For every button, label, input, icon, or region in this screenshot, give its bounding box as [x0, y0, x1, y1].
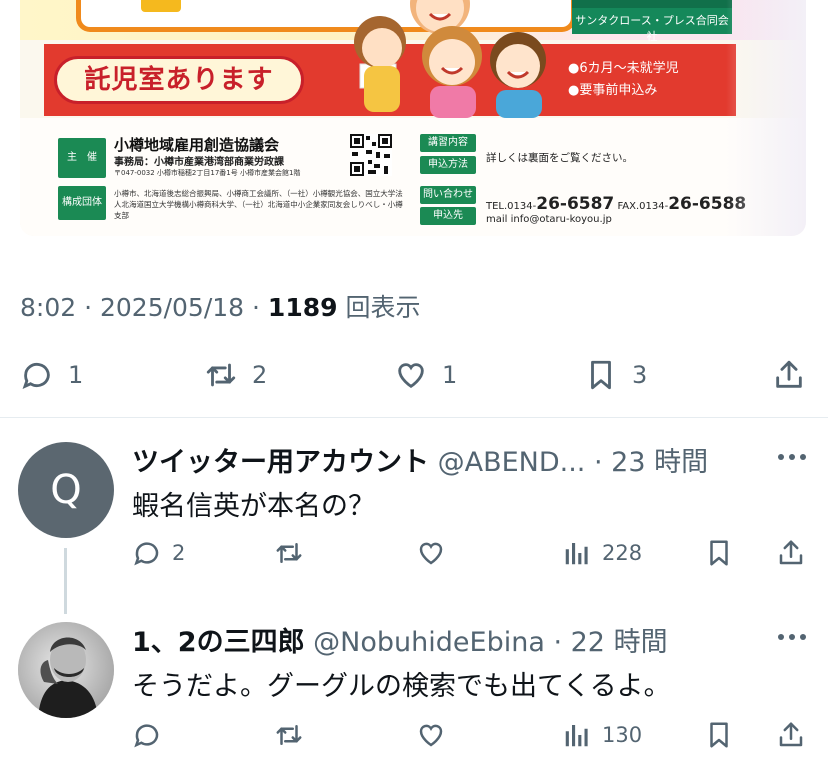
- flyer-organizer-tag: 主 催: [58, 138, 106, 178]
- flyer-address: 〒047-0032 小樽市稲穂2丁目17番1号 小樽市産業会館1階: [114, 169, 301, 177]
- bookmark-count: 3: [632, 361, 648, 389]
- repost-icon: [276, 725, 302, 745]
- post-image[interactable]: サンタクロース・プレス合同会社 託児室あります ●6カ月〜未就学児 ●要事前申込…: [20, 0, 806, 236]
- user-handle[interactable]: @NobuhideEbina: [313, 627, 545, 658]
- like-count: 1: [442, 361, 458, 389]
- like-button[interactable]: [416, 720, 446, 750]
- heart-icon: [419, 542, 443, 565]
- divider: [0, 417, 828, 418]
- children-illustration: [354, 0, 546, 118]
- reply-icon: [134, 542, 159, 566]
- reply-button[interactable]: [132, 720, 162, 750]
- reply-count: 1: [68, 361, 84, 389]
- share-icon: [779, 540, 803, 565]
- reply-button[interactable]: 2: [132, 538, 185, 568]
- flyer-content-tag: 講習内容: [420, 134, 476, 152]
- user-name[interactable]: 1、2の三四郎: [132, 627, 305, 658]
- flyer-mail: mail info@otaru-koyou.jp: [486, 214, 612, 225]
- flyer-tel-number: 26-6587: [536, 194, 615, 214]
- heart-icon: [419, 724, 443, 747]
- user-name[interactable]: ツイッター用アカウント: [132, 447, 429, 478]
- reply-time[interactable]: · 23 時間: [594, 447, 708, 478]
- share-button[interactable]: [776, 720, 806, 750]
- post-meta: 8:02 · 2025/05/18 · 1189 回表示: [20, 288, 420, 324]
- view-count: 1189: [267, 293, 338, 322]
- views-button[interactable]: 130: [562, 720, 642, 750]
- flyer-organizer-name: 小樽地域雇用創造協議会: [114, 136, 280, 154]
- views-button[interactable]: 228: [562, 538, 642, 568]
- qr-code: [350, 134, 392, 176]
- repost-button[interactable]: 2: [204, 358, 267, 392]
- more-icon[interactable]: [776, 452, 808, 462]
- bookmark-button[interactable]: 3: [584, 358, 647, 392]
- reply-text: そうだよ。グーグルの検索でも出てくるよ。: [132, 671, 671, 702]
- flyer-nursery-label: 託児室あります: [54, 56, 304, 104]
- flyer-company-box: サンタクロース・プレス合同会社: [572, 0, 732, 43]
- analytics-icon: [565, 543, 588, 565]
- reply-header: 1、2の三四郎 @NobuhideEbina · 22 時間: [132, 620, 668, 659]
- more-icon[interactable]: [776, 632, 808, 642]
- flyer-condition-age: ●6カ月〜未就学児: [568, 61, 679, 76]
- share-button[interactable]: [772, 358, 806, 392]
- like-button[interactable]: 1: [394, 358, 457, 392]
- flyer-tel-prefix: TEL.0134-: [486, 201, 537, 212]
- repost-icon: [276, 543, 302, 563]
- bookmark-button[interactable]: [704, 538, 734, 568]
- flyer-condition-reservation: ●要事前申込み: [568, 83, 658, 98]
- flyer-edge: [726, 0, 806, 236]
- reply-time[interactable]: · 22 時間: [553, 627, 667, 658]
- view-label: 回表示: [337, 293, 421, 322]
- repost-icon: [206, 363, 236, 387]
- flyer-secretariat: 事務局：小樽市産業港湾部商業労政課: [114, 157, 284, 168]
- post-timestamp[interactable]: 8:02 · 2025/05/18 ·: [20, 293, 268, 322]
- view-count: 130: [602, 723, 643, 747]
- flyer-members: 小樽市、北海道後志総合振興局、小樽商工会議所、（一社）小樽観光協会、国立大学法人…: [114, 189, 403, 220]
- reply-header: ツイッター用アカウント @ABEND... · 23 時間: [132, 440, 708, 479]
- share-icon: [776, 360, 802, 388]
- reply-icon: [22, 363, 50, 389]
- user-handle[interactable]: @ABEND...: [438, 447, 586, 478]
- reply-count: 2: [172, 541, 186, 565]
- portrait-image: [18, 622, 114, 718]
- avatar[interactable]: Q: [18, 442, 114, 538]
- repost-count: 2: [252, 361, 268, 389]
- avatar[interactable]: [18, 622, 114, 718]
- reply-text: 蝦名信英が本名の？: [132, 491, 375, 522]
- repost-button[interactable]: [274, 720, 304, 750]
- flyer-conditions: ●6カ月〜未就学児 ●要事前申込み: [568, 58, 679, 102]
- bookmark-icon: [591, 360, 611, 390]
- flyer-members-tag: 構成団体: [58, 186, 106, 220]
- heart-icon: [398, 363, 424, 389]
- flyer-note: 詳しくは裏面をご覧ください。: [486, 152, 633, 164]
- share-icon: [779, 722, 803, 747]
- bookmark-icon: [710, 722, 728, 748]
- flyer-apply-to-tag: 申込先: [420, 207, 476, 225]
- reply-button[interactable]: 1: [20, 358, 83, 392]
- flyer-fax-prefix: FAX.0134-: [617, 201, 669, 212]
- flyer-phone: TEL.0134-26-6587 FAX.0134-26-6588: [486, 194, 746, 214]
- flyer-contact-tag: 問い合わせ: [420, 186, 476, 204]
- analytics-icon: [565, 725, 588, 747]
- like-button[interactable]: [416, 538, 446, 568]
- share-button[interactable]: [776, 538, 806, 568]
- bookmark-icon: [710, 540, 728, 566]
- view-count: 228: [602, 541, 643, 565]
- repost-button[interactable]: [274, 538, 304, 568]
- flyer-apply-tag: 申込方法: [420, 156, 476, 174]
- bookmark-button[interactable]: [704, 720, 734, 750]
- thread-line: [64, 548, 67, 614]
- reply-icon: [134, 724, 159, 748]
